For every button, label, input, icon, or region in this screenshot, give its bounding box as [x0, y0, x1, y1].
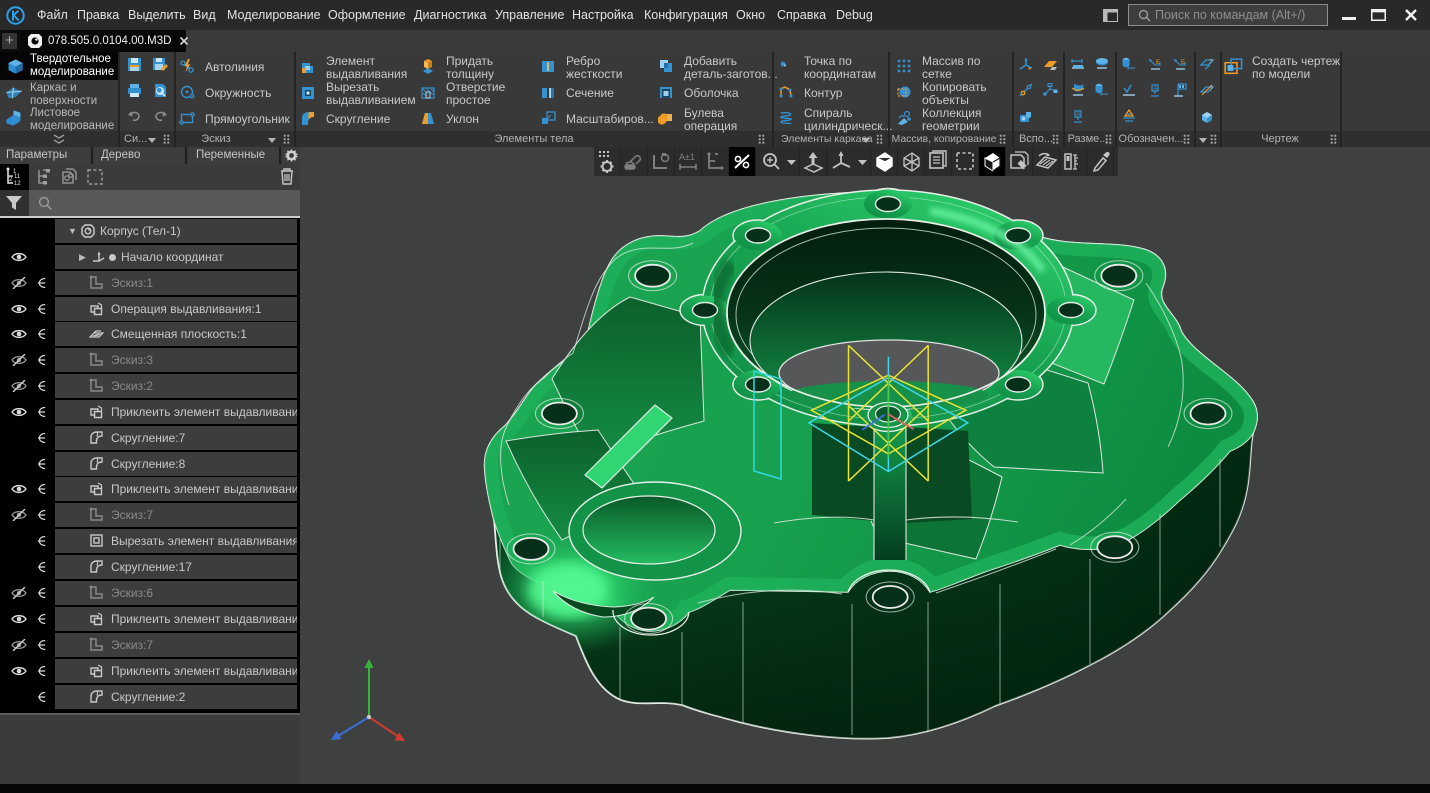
svg-text:12: 12	[14, 181, 21, 187]
svg-text:11: 11	[14, 174, 21, 180]
svg-text:2: 2	[9, 177, 13, 183]
svg-text:A±1: A±1	[679, 152, 695, 162]
